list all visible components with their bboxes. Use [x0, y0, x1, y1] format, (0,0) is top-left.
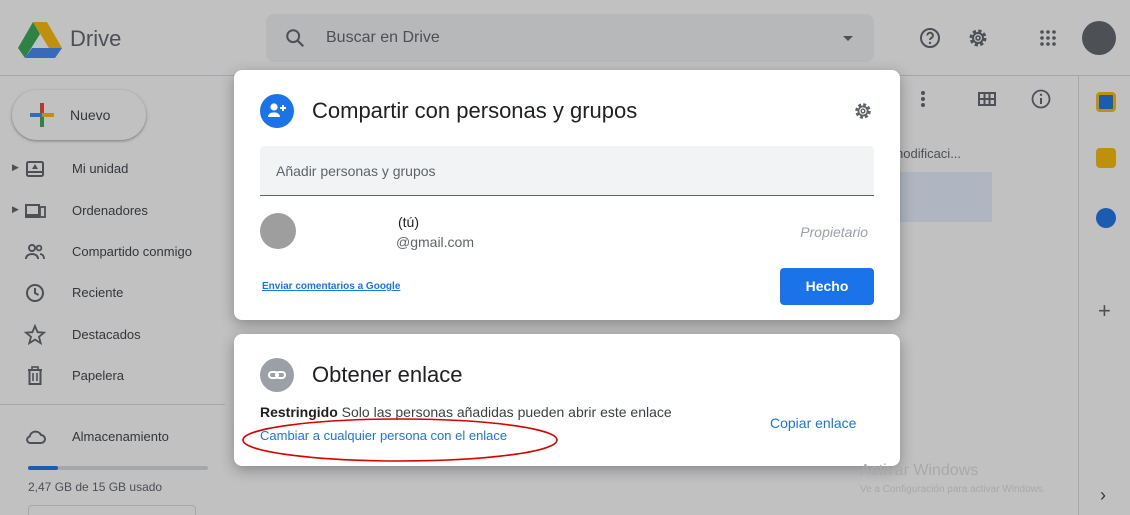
copy-link-button[interactable]: Copiar enlace: [770, 415, 856, 431]
done-button[interactable]: Hecho: [780, 268, 874, 305]
person-add-icon: [260, 94, 294, 128]
settings-icon[interactable]: [852, 100, 874, 122]
link-icon: [260, 358, 294, 392]
get-link-dialog: Obtener enlace Restringido Solo las pers…: [234, 334, 900, 466]
share-dialog-title: Compartir con personas y grupos: [312, 98, 638, 123]
windows-watermark-text: Ve a Configuración para activar Windows.: [860, 484, 1046, 495]
share-dialog: Compartir con personas y grupos (tú) @gm…: [234, 70, 900, 320]
person-role: Propietario: [800, 224, 868, 240]
add-people-input[interactable]: [260, 146, 874, 195]
send-feedback-link[interactable]: Enviar comentarios a Google: [262, 281, 400, 292]
access-status: Restringido Solo las personas añadidas p…: [260, 404, 672, 420]
person-email: @gmail.com: [396, 234, 475, 250]
change-access-link[interactable]: Cambiar a cualquier persona con el enlac…: [260, 428, 507, 443]
add-people-field[interactable]: [260, 146, 874, 196]
restricted-description: Solo las personas añadidas pueden abrir …: [341, 404, 672, 420]
restricted-label: Restringido: [260, 404, 338, 420]
avatar: [260, 213, 296, 249]
windows-watermark-title: Activar Windows: [860, 462, 979, 479]
person-you-label: (tú): [398, 214, 419, 230]
get-link-title: Obtener enlace: [312, 362, 463, 387]
